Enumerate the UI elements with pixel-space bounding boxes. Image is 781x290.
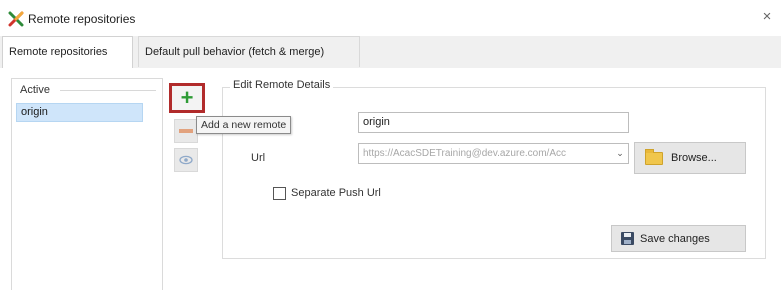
edit-remote-details-legend: Edit Remote Details (230, 79, 334, 91)
browse-button[interactable]: Browse... (634, 142, 746, 174)
remove-remote-button[interactable] (174, 119, 198, 143)
save-changes-label: Save changes (640, 232, 710, 245)
chevron-down-icon[interactable]: ⌄ (614, 146, 626, 160)
separate-push-url-label[interactable]: Separate Push Url (291, 187, 381, 199)
remote-name-input[interactable]: origin (358, 112, 629, 133)
close-icon[interactable]: × (758, 8, 776, 26)
tab-default-pull-behavior[interactable]: Default pull behavior (fetch & merge) (138, 36, 360, 67)
folder-icon (645, 148, 663, 165)
url-combobox[interactable]: https://AcacSDETraining@dev.azure.com/Ac… (358, 143, 629, 164)
url-label: Url (251, 152, 266, 164)
save-icon (621, 232, 634, 245)
plus-icon: + (180, 85, 194, 110)
list-header-label: Active (20, 84, 50, 96)
add-remote-button[interactable]: + (169, 83, 205, 113)
app-logo-icon (8, 11, 24, 27)
eye-icon (179, 155, 193, 165)
add-remote-tooltip: Add a new remote (196, 116, 292, 134)
view-remote-button[interactable] (174, 148, 198, 172)
minus-icon (179, 129, 193, 133)
list-header-divider (60, 90, 156, 91)
browse-button-label: Browse... (671, 152, 717, 164)
tab-remote-repositories[interactable]: Remote repositories (2, 36, 133, 69)
window-title: Remote repositories (28, 12, 136, 26)
list-item-remote[interactable]: origin (16, 103, 143, 122)
save-changes-button[interactable]: Save changes (611, 225, 746, 252)
separate-push-url-checkbox[interactable] (273, 187, 286, 200)
